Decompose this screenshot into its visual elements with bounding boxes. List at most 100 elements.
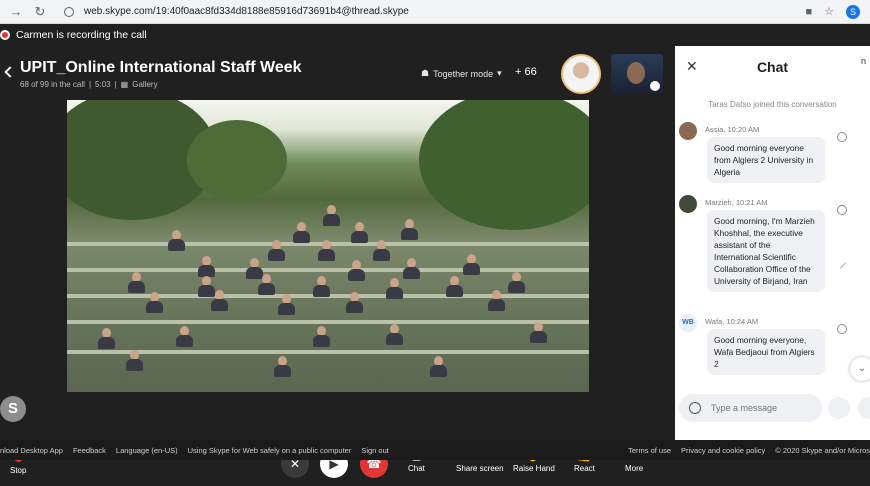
raise-hand-label: Raise Hand [513, 464, 555, 473]
participant-seat [350, 222, 368, 244]
scroll-down-button[interactable]: ⌄ [850, 357, 870, 381]
tree-foliage [419, 100, 589, 230]
participant-video-tile[interactable] [611, 54, 663, 94]
chat-label: Chat [408, 464, 425, 473]
self-avatar[interactable]: S [0, 396, 26, 422]
footer-link[interactable]: Using Skype for Web safely on a public c… [188, 446, 352, 455]
footer-link[interactable]: Terms of use [628, 446, 671, 455]
browser-actions: ■ ☆ S [805, 4, 870, 19]
muted-mic-icon [650, 81, 660, 91]
terrace-row [67, 350, 589, 354]
footer-link[interactable]: Language (en-US) [116, 446, 178, 455]
call-duration: 5:03 [95, 80, 111, 89]
footer-link[interactable]: Feedback [73, 446, 106, 455]
participant-seat [312, 326, 330, 348]
participant-seat [277, 294, 295, 316]
participant-seat [487, 290, 505, 312]
participant-seat [312, 276, 330, 298]
message-input[interactable] [711, 403, 811, 413]
participant-avatar[interactable] [561, 54, 601, 94]
share-label: Share screen [456, 464, 504, 473]
participant-seat [257, 274, 275, 296]
participant-seat [317, 240, 335, 262]
gallery-icon: ▦ [120, 80, 129, 89]
copyright: © 2020 Skype and/or Micros [775, 445, 870, 455]
message-header: Marzieh, 10:21 AM [705, 198, 768, 207]
more-participants-count[interactable]: + 66 [515, 66, 537, 78]
terrace-row [67, 320, 589, 324]
participant-seat [125, 350, 143, 372]
add-reaction-icon[interactable] [837, 324, 847, 334]
recording-text: Carmen is recording the call [16, 29, 147, 41]
address-bar[interactable]: web.skype.com/19:40f0aac8fd334d8188e8591… [84, 6, 409, 17]
skype-extension-icon[interactable]: S [846, 4, 860, 19]
together-mode-label: Together mode [433, 68, 494, 79]
add-reaction-icon[interactable] [837, 205, 847, 215]
participant-seat [429, 356, 447, 378]
participant-seat [385, 278, 403, 300]
stop-label: Stop [10, 466, 27, 475]
chat-panel: ✕ Chat n Taras Datso joined this convers… [675, 46, 870, 440]
participant-seat [273, 356, 291, 378]
browser-toolbar: → ↻ web.skype.com/19:40f0aac8fd334d8188e… [0, 0, 870, 24]
reload-icon[interactable]: ↻ [32, 4, 48, 20]
participant-seat [127, 272, 145, 294]
participant-count: 68 of 99 in the call [20, 80, 85, 89]
avatar[interactable] [679, 122, 697, 140]
view-mode-label[interactable]: Gallery [132, 80, 157, 89]
participant-seat [402, 258, 420, 280]
panel-options-icon[interactable]: n [861, 56, 866, 66]
participant-seat [400, 219, 418, 241]
call-stage: UPIT_Online International Staff Week 68 … [0, 46, 675, 478]
call-status: 68 of 99 in the call | 5:03 | ▦ Gallery [20, 80, 158, 89]
participant-seat [322, 205, 340, 227]
participant-seat [507, 272, 525, 294]
emoji-icon[interactable] [689, 402, 701, 414]
star-icon[interactable]: ☆ [824, 5, 834, 18]
more-options-icon[interactable] [858, 397, 870, 419]
participant-seat [292, 222, 310, 244]
together-mode-video [67, 100, 589, 392]
back-chevron-icon[interactable] [4, 66, 16, 78]
edit-pencil-icon[interactable] [839, 262, 847, 269]
participant-seat [167, 230, 185, 252]
participant-seat [385, 324, 403, 346]
camera-indicator-icon[interactable]: ■ [805, 6, 812, 18]
people-icon: ☗ [421, 68, 430, 78]
message-bubble[interactable]: Good morning everyone, Wafa Bedjaoui fro… [707, 329, 825, 375]
participant-seat [197, 256, 215, 278]
participant-seat [345, 292, 363, 314]
forward-icon[interactable]: → [8, 4, 24, 19]
message-bubble[interactable]: Good morning, I'm Marzieh Khoshhal, the … [707, 210, 825, 292]
lock-icon [64, 6, 74, 17]
chat-message: Marzieh, 10:21 AM Good morning, I'm Marz… [679, 195, 859, 305]
page-footer: nload Desktop App Feedback Language (en-… [0, 440, 870, 460]
chat-message: WB Wafa, 10:24 AM Good morning everyone,… [679, 314, 859, 384]
message-header: Wafa, 10:24 AM [705, 317, 759, 326]
participant-seat [97, 328, 115, 350]
together-mode-button[interactable]: ☗ Together mode ▾ [421, 68, 502, 79]
system-message: Taras Datso joined this conversation [708, 100, 837, 109]
participant-seat [529, 322, 547, 344]
participant-face [627, 62, 645, 84]
add-reaction-icon[interactable] [837, 132, 847, 142]
media-gallery-icon[interactable] [828, 397, 850, 419]
participant-seat [175, 326, 193, 348]
call-title: UPIT_Online International Staff Week [20, 59, 302, 76]
footer-link[interactable]: nload Desktop App [0, 446, 63, 455]
participant-seat [210, 290, 228, 312]
message-header: Assia, 10:20 AM [705, 125, 760, 134]
tree-foliage [187, 120, 287, 200]
participant-seat [372, 240, 390, 262]
message-bubble[interactable]: Good morning everyone from Algiers 2 Uni… [707, 137, 825, 183]
footer-link[interactable]: Sign out [361, 446, 389, 455]
footer-link[interactable]: Privacy and cookie policy [681, 446, 765, 455]
recording-banner: Carmen is recording the call [0, 24, 870, 46]
message-composer [679, 394, 822, 422]
recording-icon [0, 30, 10, 40]
more-label: More [625, 464, 644, 473]
avatar[interactable] [679, 195, 697, 213]
chevron-down-icon: ▾ [497, 68, 502, 78]
chat-message: Assia, 10:20 AM Good morning everyone fr… [679, 122, 859, 190]
avatar[interactable]: WB [679, 314, 697, 332]
